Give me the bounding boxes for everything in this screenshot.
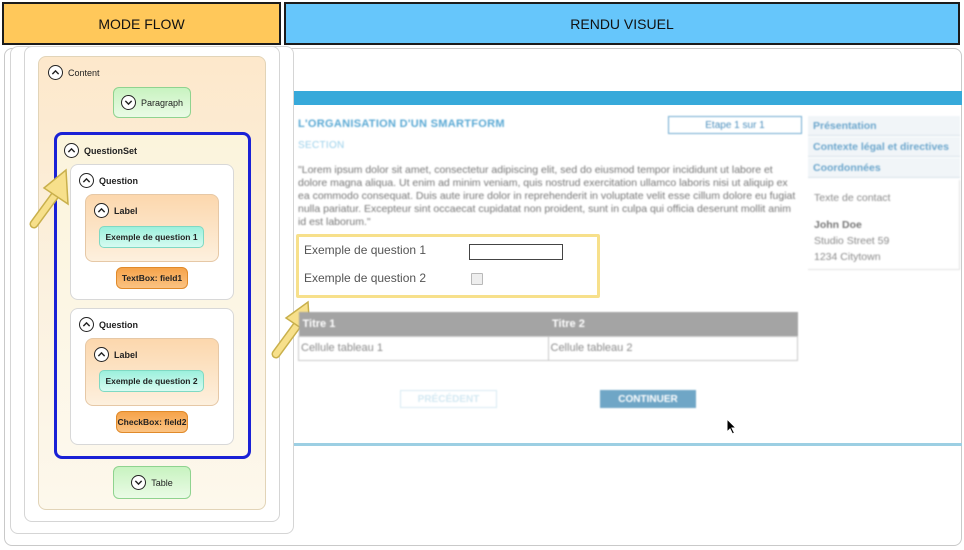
- form-title: L'ORGANISATION D'UN SMARTFORM: [298, 118, 505, 130]
- form-top-bar: [294, 91, 962, 105]
- contact-title: Texte de contact: [814, 192, 891, 204]
- table-row: Cellule tableau 1 Cellule tableau 2: [298, 335, 798, 361]
- section-label: SECTION: [298, 140, 345, 151]
- question-2-text: Exemple de question 2: [304, 271, 427, 285]
- sidebar-item-legal[interactable]: Contexte légal et directives: [808, 137, 960, 157]
- textbox-field-node[interactable]: TextBox: field1: [116, 267, 188, 289]
- contact-name: John Doe: [814, 219, 862, 231]
- intro-paragraph: "Lorem ipsum dolor sit amet, consectetur…: [298, 164, 796, 228]
- question-1-title[interactable]: Question: [79, 173, 138, 188]
- questionset-label: QuestionSet: [84, 145, 138, 156]
- collapse-question-1-icon[interactable]: [79, 173, 94, 188]
- contact-block: Texte de contact John Doe Studio Street …: [808, 180, 960, 270]
- form-sidebar: Présentation Contexte légal et directive…: [808, 116, 960, 179]
- table-label: Table: [151, 477, 173, 488]
- contact-city: 1234 Citytown: [814, 251, 881, 263]
- paragraph-node[interactable]: Paragraph: [113, 87, 191, 118]
- questionset-node-title[interactable]: QuestionSet: [64, 143, 137, 158]
- question-1-label: Question: [99, 175, 139, 186]
- rendu-visuel-header: RENDU VISUEL: [284, 2, 960, 45]
- label-1-title[interactable]: Label: [94, 203, 138, 218]
- form-bottom-line: [294, 443, 962, 446]
- sidebar-item-coordinates[interactable]: Coordonnées: [808, 158, 960, 178]
- field1-text-input[interactable]: [469, 244, 563, 260]
- data-table: Titre 1 Titre 2 Cellule tableau 1 Cellul…: [298, 312, 798, 361]
- table-cell: Cellule tableau 1: [298, 335, 549, 361]
- table-header-1: Titre 1: [298, 312, 548, 336]
- mode-flow-header: MODE FLOW: [2, 2, 281, 45]
- expand-paragraph-icon[interactable]: [120, 95, 136, 110]
- previous-button[interactable]: PRÉCÉDENT: [400, 390, 497, 408]
- collapse-label-1-icon[interactable]: [94, 203, 109, 218]
- mouse-cursor-icon: [726, 418, 738, 435]
- collapse-questionset-icon[interactable]: [64, 143, 79, 158]
- label-2-label: Label: [114, 349, 138, 360]
- question-1-text: Exemple de question 1: [304, 243, 427, 257]
- collapse-content-icon[interactable]: [48, 65, 63, 80]
- content-label: Content: [68, 67, 100, 78]
- pointer-arrow-icon: [29, 168, 69, 229]
- table-header-2: Titre 2: [548, 312, 798, 336]
- label-1-text-node[interactable]: Exemple de question 1: [99, 226, 204, 248]
- collapse-label-2-icon[interactable]: [94, 347, 109, 362]
- table-cell: Cellule tableau 2: [547, 335, 798, 361]
- question-2-title[interactable]: Question: [79, 317, 138, 332]
- question-2-label: Question: [99, 319, 139, 330]
- label-2-title[interactable]: Label: [94, 347, 138, 362]
- expand-table-icon[interactable]: [131, 475, 147, 490]
- label-1-label: Label: [114, 205, 138, 216]
- collapse-question-2-icon[interactable]: [79, 317, 94, 332]
- contact-street: Studio Street 59: [814, 235, 890, 247]
- content-node-title[interactable]: Content: [48, 65, 100, 80]
- label-2-text-node[interactable]: Exemple de question 2: [99, 370, 204, 392]
- checkbox-field-node[interactable]: CheckBox: field2: [116, 411, 188, 433]
- field2-checkbox[interactable]: [471, 273, 483, 285]
- table-header-row: Titre 1 Titre 2: [298, 312, 798, 336]
- paragraph-label: Paragraph: [140, 97, 184, 108]
- continue-button[interactable]: CONTINUER: [600, 390, 696, 408]
- table-node[interactable]: Table: [113, 466, 191, 499]
- step-indicator: Etape 1 sur 1: [668, 116, 802, 134]
- sidebar-item-presentation[interactable]: Présentation: [808, 116, 960, 136]
